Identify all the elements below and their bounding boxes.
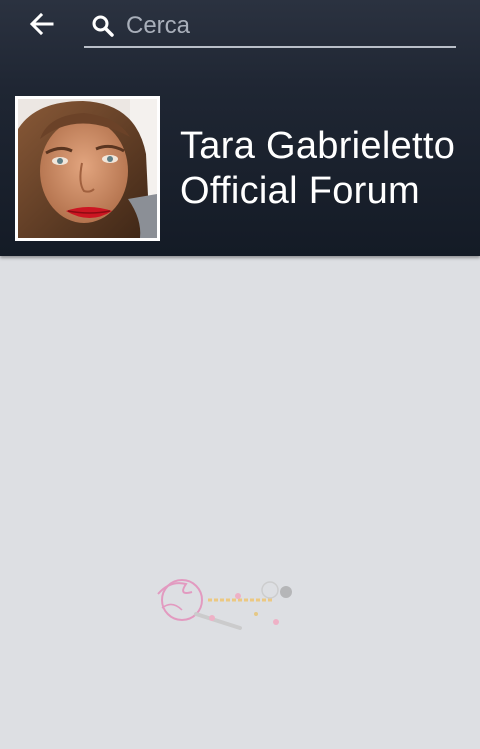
forum-title: Tara Gabrieletto Official Forum	[180, 124, 470, 214]
search-input[interactable]	[126, 12, 456, 40]
watermark-logo	[157, 579, 292, 630]
back-arrow-icon	[29, 12, 54, 36]
search-icon	[90, 13, 116, 39]
avatar	[15, 96, 160, 241]
forum-title-line2: Official Forum	[180, 170, 420, 212]
profile-photo	[18, 99, 157, 238]
back-button[interactable]	[26, 8, 58, 40]
forum-title-line1: Tara Gabrieletto	[180, 125, 456, 167]
page-header: Tara Gabrieletto Official Forum	[0, 0, 480, 256]
search-bar[interactable]	[84, 6, 456, 48]
